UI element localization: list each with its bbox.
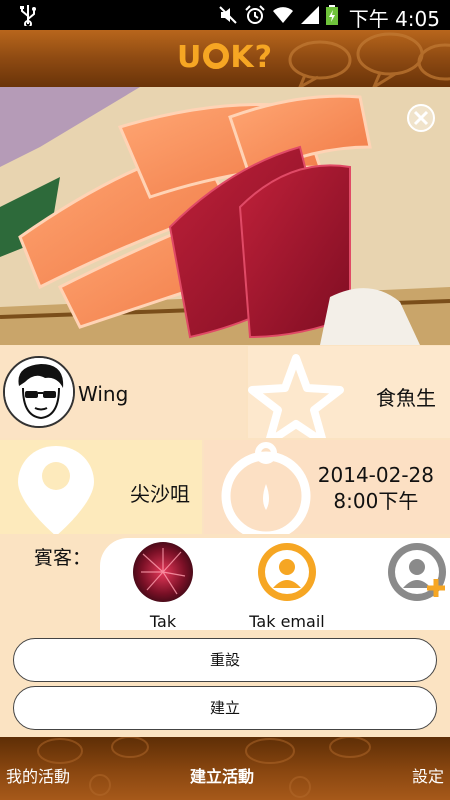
create-button[interactable]: 建立 bbox=[13, 686, 437, 730]
add-guest-button[interactable] bbox=[362, 542, 450, 602]
guest-item[interactable]: Tak bbox=[108, 542, 218, 630]
app-header: U K? bbox=[0, 30, 450, 87]
event-datetime: 2014-02-28 8:00下午 bbox=[318, 462, 434, 514]
event-title-tile[interactable]: 食魚生 bbox=[248, 346, 450, 438]
status-time: 下午 4:05 bbox=[348, 7, 440, 31]
guests-label: 賓客： bbox=[34, 547, 92, 569]
tab-my-events[interactable]: 我的活動 bbox=[6, 763, 70, 787]
event-location: 尖沙咀 bbox=[130, 482, 190, 506]
guest-name: Tak email bbox=[249, 612, 325, 630]
usb-icon bbox=[20, 5, 36, 26]
host-name: Wing bbox=[78, 382, 129, 406]
star-icon bbox=[248, 354, 344, 438]
guests-list: Tak Tak email bbox=[100, 538, 450, 630]
app-logo: U K? bbox=[176, 40, 274, 75]
signal-icon bbox=[301, 6, 319, 24]
guest-avatar bbox=[257, 542, 317, 602]
status-bar: 下午 4:05 bbox=[0, 0, 450, 31]
guest-item[interactable]: Tak email bbox=[232, 542, 342, 630]
guest-avatar bbox=[133, 542, 193, 602]
default-user-icon bbox=[258, 543, 316, 601]
bottom-nav: 我的活動 建立活動 設定 bbox=[0, 737, 450, 800]
event-title: 食魚生 bbox=[376, 386, 436, 410]
battery-icon bbox=[326, 5, 338, 25]
reset-button[interactable]: 重設 bbox=[13, 638, 437, 682]
event-date: 2014-02-28 bbox=[317, 463, 434, 487]
event-time: 8:00下午 bbox=[333, 489, 419, 513]
user-face-icon bbox=[5, 358, 73, 426]
tab-settings[interactable]: 設定 bbox=[412, 763, 444, 787]
location-tile[interactable]: 尖沙咀 bbox=[0, 440, 202, 534]
close-photo-icon[interactable] bbox=[406, 103, 436, 133]
event-photo bbox=[0, 87, 450, 345]
location-pin-icon bbox=[18, 446, 94, 534]
datetime-tile[interactable]: 2014-02-28 8:00下午 bbox=[204, 440, 450, 534]
sashimi-image bbox=[0, 87, 450, 345]
tab-create-event[interactable]: 建立活動 bbox=[190, 763, 254, 787]
avatar bbox=[3, 356, 75, 428]
stopwatch-icon bbox=[221, 442, 311, 534]
alarm-icon bbox=[245, 5, 265, 24]
add-user-icon bbox=[387, 542, 447, 602]
host-tile[interactable]: Wing bbox=[0, 346, 246, 438]
mute-icon bbox=[219, 6, 237, 24]
guest-name: Tak bbox=[149, 612, 177, 630]
wifi-icon bbox=[273, 7, 293, 23]
